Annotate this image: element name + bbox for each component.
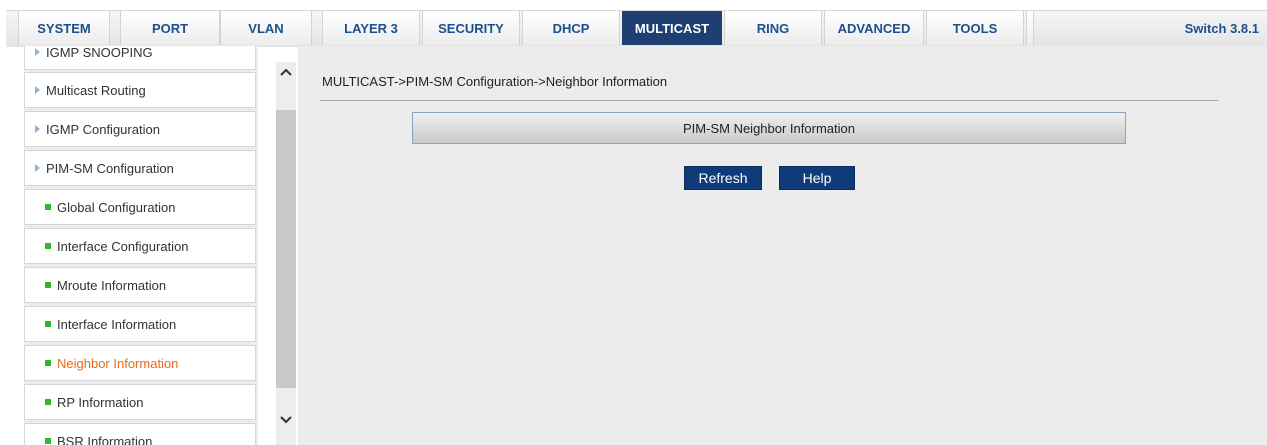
sidebar-item-mroute-information[interactable]: Mroute Information <box>24 267 256 303</box>
tab-port[interactable]: PORT <box>120 11 220 45</box>
help-button[interactable]: Help <box>779 166 855 190</box>
breadcrumb: MULTICAST->PIM-SM Configuration->Neighbo… <box>322 74 668 89</box>
sidebar-item-label: PIM-SM Configuration <box>46 160 174 176</box>
tab-layer3[interactable]: LAYER 3 <box>322 11 420 45</box>
sidebar-scrollbar[interactable] <box>276 62 296 445</box>
tab-separator <box>1026 11 1034 45</box>
square-bullet-icon <box>45 282 51 288</box>
sidebar-item-interface-information[interactable]: Interface Information <box>24 306 256 342</box>
triangle-right-icon <box>35 86 40 94</box>
square-bullet-icon <box>45 399 51 405</box>
scrollbar-thumb[interactable] <box>276 110 296 388</box>
sidebar-item-label: BSR Information <box>57 433 153 445</box>
square-bullet-icon <box>45 438 51 444</box>
panel-title: PIM-SM Neighbor Information <box>412 112 1126 144</box>
sidebar-item-label: IGMP Configuration <box>46 121 160 137</box>
sidebar: IGMP SNOOPING Multicast Routing IGMP Con… <box>24 46 258 445</box>
version-label: Switch 3.8.1 <box>1184 20 1259 36</box>
sidebar-item-interface-configuration[interactable]: Interface Configuration <box>24 228 256 264</box>
sidebar-item-label: Mroute Information <box>57 277 167 293</box>
tab-advanced[interactable]: ADVANCED <box>824 11 924 45</box>
triangle-right-icon <box>35 164 40 172</box>
sidebar-item-pim-sm-configuration[interactable]: PIM-SM Configuration <box>24 150 256 186</box>
tab-multicast[interactable]: MULTICAST <box>622 11 722 45</box>
tab-security[interactable]: SECURITY <box>422 11 520 45</box>
sidebar-item-label: Multicast Routing <box>46 82 146 98</box>
sidebar-item-label: Neighbor Information <box>57 355 179 371</box>
sidebar-item-neighbor-information[interactable]: Neighbor Information <box>24 345 256 381</box>
divider <box>320 100 1218 101</box>
refresh-button[interactable]: Refresh <box>684 166 762 190</box>
square-bullet-icon <box>45 321 51 327</box>
triangle-right-icon <box>35 125 40 133</box>
square-bullet-icon <box>45 243 51 249</box>
sidebar-item-igmp-configuration[interactable]: IGMP Configuration <box>24 111 256 147</box>
sidebar-item-multicast-routing[interactable]: Multicast Routing <box>24 72 256 108</box>
tab-dhcp[interactable]: DHCP <box>522 11 620 45</box>
chevron-down-icon[interactable] <box>276 410 296 430</box>
square-bullet-icon <box>45 204 51 210</box>
main-content: MULTICAST->PIM-SM Configuration->Neighbo… <box>298 46 1267 445</box>
chevron-up-icon[interactable] <box>276 62 296 82</box>
tab-tools[interactable]: TOOLS <box>926 11 1024 45</box>
tab-vlan[interactable]: VLAN <box>220 11 312 45</box>
sidebar-item-label: IGMP SNOOPING <box>46 46 153 60</box>
sidebar-item-label: Global Configuration <box>57 199 176 215</box>
sidebar-item-igmp-snooping[interactable]: IGMP SNOOPING <box>24 46 256 70</box>
sidebar-item-rp-information[interactable]: RP Information <box>24 384 256 420</box>
sidebar-item-label: Interface Information <box>57 316 177 332</box>
top-navigation: SYSTEM PORT VLAN LAYER 3 SECURITY DHCP M… <box>0 0 1267 47</box>
square-bullet-icon <box>45 360 51 366</box>
sidebar-item-label: Interface Configuration <box>57 238 189 254</box>
triangle-right-icon <box>35 48 40 56</box>
tab-ring[interactable]: RING <box>724 11 822 45</box>
sidebar-item-label: RP Information <box>57 394 144 410</box>
sidebar-item-bsr-information[interactable]: BSR Information <box>24 423 256 445</box>
sidebar-item-global-configuration[interactable]: Global Configuration <box>24 189 256 225</box>
tab-system[interactable]: SYSTEM <box>18 11 110 45</box>
